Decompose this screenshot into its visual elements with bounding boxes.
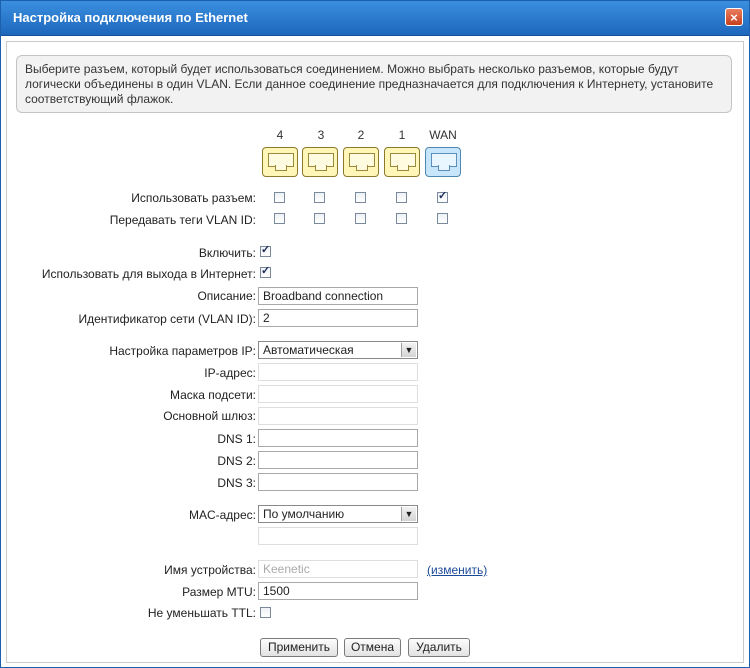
gateway-label: Основной шлюз: — [163, 409, 256, 423]
port-label-3: 3 — [317, 128, 325, 142]
vlan-tag-checkbox-3[interactable] — [314, 213, 325, 224]
vlan-tag-checkbox-wan[interactable] — [437, 213, 448, 224]
dns2-label: DNS 2: — [217, 454, 256, 468]
device-name-label: Имя устройства: — [164, 563, 256, 577]
ip-settings-label: Настройка параметров IP: — [109, 344, 256, 358]
dialog-window: Настройка подключения по Ethernet × Выбе… — [0, 0, 750, 668]
title-bar: Настройка подключения по Ethernet × — [1, 1, 749, 36]
use-port-checkbox-1[interactable] — [396, 192, 407, 203]
ethernet-port-icon — [302, 147, 338, 177]
ip-settings-select[interactable]: Автоматическая ▼ — [258, 341, 418, 359]
vlan-tag-checkbox-4[interactable] — [274, 213, 285, 224]
device-name-input[interactable]: Keenetic — [258, 560, 418, 578]
description-label: Описание: — [197, 289, 256, 303]
use-port-checkbox-3[interactable] — [314, 192, 325, 203]
mac-label: MAC-адрес: — [188, 508, 256, 522]
use-port-label: Использовать разъем: — [131, 191, 256, 205]
port-label-1: 1 — [398, 128, 406, 142]
delete-button[interactable]: Удалить — [408, 638, 470, 657]
mtu-input[interactable]: 1500 — [258, 582, 418, 600]
info-message: Выберите разъем, который будет использов… — [16, 55, 732, 113]
dns1-input[interactable] — [258, 429, 418, 447]
ttl-label: Не уменьшать TTL: — [147, 606, 256, 620]
dialog-title: Настройка подключения по Ethernet — [13, 10, 248, 25]
enable-label: Включить: — [198, 246, 256, 260]
gateway-input[interactable] — [258, 407, 418, 425]
ip-settings-value: Автоматическая — [263, 343, 354, 357]
cancel-button[interactable]: Отмена — [344, 638, 401, 657]
dns1-label: DNS 1: — [217, 432, 256, 446]
wan-port-icon — [425, 147, 461, 177]
internet-checkbox[interactable] — [260, 264, 271, 278]
vlan-id-input[interactable]: 2 — [258, 309, 418, 327]
dns2-input[interactable] — [258, 451, 418, 469]
subnet-mask-input[interactable] — [258, 385, 418, 403]
dialog-body: Выберите разъем, который будет использов… — [6, 41, 744, 663]
ethernet-port-icon — [384, 147, 420, 177]
enable-checkbox[interactable] — [260, 243, 271, 257]
ip-address-label: IP-адрес: — [204, 366, 256, 380]
use-port-checkbox-4[interactable] — [274, 192, 285, 203]
vlan-tag-checkbox-2[interactable] — [355, 213, 366, 224]
mac-value: По умолчанию — [263, 507, 345, 521]
port-label-wan: WAN — [429, 128, 457, 142]
apply-button[interactable]: Применить — [260, 638, 338, 657]
vlan-id-label: Идентификатор сети (VLAN ID): — [78, 312, 257, 326]
mtu-label: Размер MTU: — [182, 585, 256, 599]
vlan-tag-checkbox-1[interactable] — [396, 213, 407, 224]
description-input[interactable]: Broadband connection — [258, 287, 418, 305]
mac-address-input[interactable] — [258, 527, 418, 545]
port-label-2: 2 — [357, 128, 365, 142]
close-button[interactable]: × — [725, 8, 743, 26]
port-label-4: 4 — [276, 128, 284, 142]
change-device-name-link[interactable]: (изменить) — [427, 563, 487, 577]
vlan-tags-label: Передавать теги VLAN ID: — [109, 213, 256, 227]
chevron-down-icon[interactable]: ▼ — [401, 343, 416, 357]
mac-select[interactable]: По умолчанию ▼ — [258, 505, 418, 523]
ip-address-input[interactable] — [258, 363, 418, 381]
use-port-checkbox-2[interactable] — [355, 192, 366, 203]
use-port-checkbox-wan[interactable] — [437, 189, 448, 203]
dns3-input[interactable] — [258, 473, 418, 491]
ethernet-port-icon — [262, 147, 298, 177]
dns3-label: DNS 3: — [217, 476, 256, 490]
subnet-mask-label: Маска подсети: — [169, 388, 256, 402]
chevron-down-icon[interactable]: ▼ — [401, 507, 416, 521]
ethernet-port-icon — [343, 147, 379, 177]
internet-label: Использовать для выхода в Интернет: — [41, 267, 256, 281]
ttl-checkbox[interactable] — [260, 607, 271, 618]
